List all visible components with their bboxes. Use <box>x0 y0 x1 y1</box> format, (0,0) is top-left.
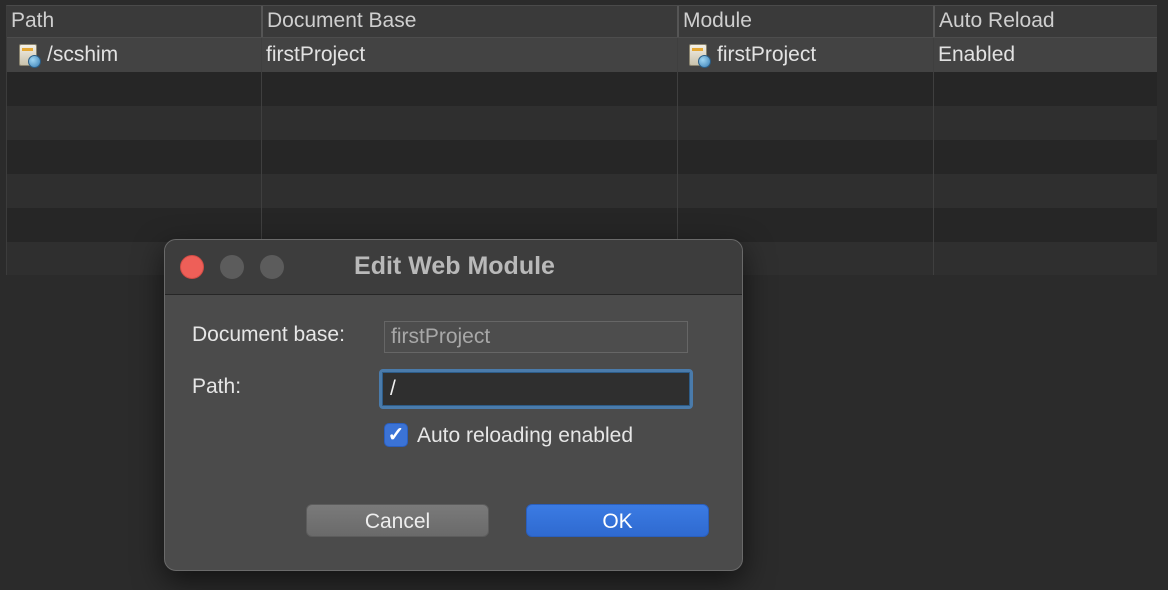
document-base-label: Document base: <box>192 323 345 346</box>
module-icon <box>687 43 711 68</box>
table-row[interactable]: /scshim firstProject firstProject Enable… <box>7 38 1157 72</box>
path-label: Path: <box>192 375 242 398</box>
cell-path-text: /scshim <box>47 43 119 66</box>
cancel-button[interactable]: Cancel <box>306 504 489 537</box>
column-divider <box>933 38 934 275</box>
cell-module: firstProject <box>683 38 933 72</box>
edit-web-module-dialog: Edit Web Module Document base: firstProj… <box>164 239 743 571</box>
empty-row <box>7 208 1157 242</box>
cell-auto-reload-text: Enabled <box>938 43 1016 66</box>
empty-row <box>7 106 1157 140</box>
table-header: Path Document Base Module Auto Reload <box>7 6 1157 38</box>
dialog-title: Edit Web Module <box>354 252 555 280</box>
cell-path: /scshim <box>13 38 261 72</box>
dialog-titlebar[interactable]: Edit Web Module <box>165 240 742 295</box>
empty-row <box>7 174 1157 208</box>
ok-button[interactable]: OK <box>526 504 709 537</box>
column-header-path[interactable]: Path <box>7 6 261 37</box>
cell-module-text: firstProject <box>717 43 817 66</box>
cell-document-base: firstProject <box>262 38 677 72</box>
close-window-button[interactable] <box>180 255 204 279</box>
empty-row <box>7 72 1157 106</box>
empty-row <box>7 140 1157 174</box>
minimize-window-button <box>220 255 244 279</box>
web-modules-table: Path Document Base Module Auto Reload /s… <box>6 5 1157 275</box>
auto-reload-label[interactable]: Auto reloading enabled <box>417 424 633 448</box>
path-field-container <box>379 369 693 409</box>
cell-document-base-text: firstProject <box>266 43 366 66</box>
zoom-window-button <box>260 255 284 279</box>
column-header-auto-reload[interactable]: Auto Reload <box>933 6 1157 37</box>
document-base-field: firstProject <box>384 321 688 353</box>
column-header-document-base[interactable]: Document Base <box>261 6 677 37</box>
path-input[interactable] <box>382 372 690 406</box>
column-header-module[interactable]: Module <box>677 6 933 37</box>
auto-reload-checkbox[interactable]: ✓ <box>384 423 408 447</box>
cell-auto-reload: Enabled <box>934 38 1157 72</box>
checkmark-icon: ✓ <box>387 424 405 446</box>
web-module-icon <box>17 43 41 68</box>
